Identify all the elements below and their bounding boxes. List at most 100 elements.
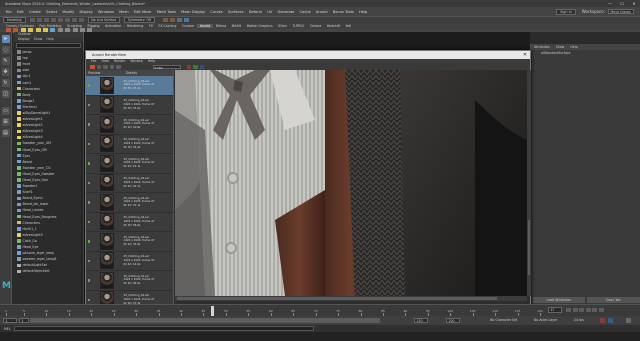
time-slider[interactable]: 47 1 5 10 15 20 25 30 35 40 45 50 55 60 65 70 75 80 85 90 9…	[0, 304, 640, 316]
render-hscroll-thumb[interactable]	[177, 297, 497, 300]
open-scene-icon[interactable]	[36, 17, 42, 23]
lasso-tool-icon[interactable]: ◌	[1, 46, 10, 54]
timeline-playhead[interactable]	[210, 306, 214, 316]
outliner-menu-display[interactable]: Display	[18, 37, 30, 42]
outliner-item[interactable]: defaultObjectSet	[14, 268, 83, 274]
shelf-tab-turtle[interactable]: TURTLE	[290, 24, 308, 28]
rv-stop-icon[interactable]	[96, 64, 101, 70]
shelf-tab-fx-caching[interactable]: FX Caching	[156, 24, 180, 28]
render-vertical-scrollbar[interactable]	[527, 70, 531, 296]
renderview-close-button[interactable]: ✕	[520, 52, 530, 58]
snapshot-row[interactable]: 25_Clothing_04.exr 1024 x 1024, frame 47 0…	[86, 76, 173, 96]
rv-render-icon[interactable]	[90, 64, 95, 70]
command-language-label[interactable]: MEL	[4, 327, 11, 331]
shelf-tab-animation[interactable]: Animation	[102, 24, 124, 28]
shelf-tab-xgen[interactable]: XGen	[275, 24, 289, 28]
undo-icon[interactable]	[50, 17, 56, 23]
render-image[interactable]	[175, 70, 527, 296]
signin-button[interactable]: Sign In	[556, 8, 576, 15]
step-back-icon[interactable]	[572, 307, 578, 312]
outliner-search-input[interactable]	[16, 43, 81, 48]
shelf-tab-arnold[interactable]: Arnold	[197, 24, 213, 28]
snapshot-row[interactable]: 25_Clothing_04.exr 1024 x 1024, frame 47 0…	[86, 271, 173, 291]
shelf-tab-redshift[interactable]: Redshift	[324, 24, 343, 28]
rv-channel-r-icon[interactable]	[186, 64, 191, 70]
ipr-render-icon[interactable]	[169, 17, 175, 23]
menu-windows[interactable]: Windows	[95, 10, 116, 14]
select-tool-icon[interactable]: ➤	[1, 35, 10, 43]
command-input[interactable]	[13, 326, 314, 331]
copy-tab-button[interactable]: Copy Tab	[587, 296, 640, 303]
paint-select-icon[interactable]: ✎	[1, 57, 10, 65]
rv-channel-b-icon[interactable]	[199, 64, 204, 70]
layout-single-icon[interactable]: ▭	[1, 107, 10, 115]
menu-file[interactable]: File	[3, 10, 14, 14]
render-icon[interactable]	[162, 17, 168, 23]
character-set-dropdown[interactable]: No Character Set	[490, 318, 517, 323]
playback-prefs-icon[interactable]	[608, 318, 613, 323]
snapshot-row[interactable]: 25_Clothing_04.exr 1024 x 1024, frame 47 0…	[86, 213, 173, 232]
auto-key-icon[interactable]	[600, 318, 605, 323]
snapshot-row[interactable]: 25_Clothing_04.exr 1024 x 1024, frame 47 0…	[86, 232, 173, 252]
anim-layer-dropdown[interactable]: No Anim Layer	[534, 318, 557, 323]
shelf-tab-bifrost[interactable]: Bifrost	[213, 24, 229, 28]
current-frame-field[interactable]: 47	[548, 307, 562, 313]
move-tool-icon[interactable]: ✥	[1, 68, 10, 76]
menu-generate[interactable]: Generate	[275, 10, 297, 14]
layout-four-icon[interactable]: ⊞	[1, 118, 10, 126]
menu-mesh-display[interactable]: Mesh Display	[179, 10, 208, 14]
menu-surfaces[interactable]: Surfaces	[225, 10, 246, 14]
go-to-start-icon[interactable]	[566, 307, 571, 312]
rv-refresh-icon[interactable]	[103, 64, 108, 70]
close-button[interactable]: ✕	[628, 0, 640, 7]
outliner-menu-show[interactable]: Show	[34, 37, 43, 42]
menu-uv[interactable]: UV	[265, 10, 275, 14]
workspace-dropdown[interactable]: Maya Classic	[608, 8, 634, 15]
attr-menu-help[interactable]: Help	[570, 44, 577, 50]
shelf-tab-custom[interactable]: Custom	[179, 24, 197, 28]
snapshot-row[interactable]: 25_Clothing_04.exr 1024 x 1024, frame 47 0…	[86, 115, 173, 135]
rv-crop-icon[interactable]	[116, 64, 121, 70]
menu-mesh-tools[interactable]: Mesh Tools	[154, 10, 179, 14]
render-settings-icon[interactable]	[176, 17, 182, 23]
snapshot-row[interactable]: 25_Clothing_04.exr 1024 x 1024, frame 47 0…	[86, 135, 173, 154]
shelf-tab-rendering[interactable]: Rendering	[124, 24, 146, 28]
range-inner-end-field[interactable]: 120	[414, 318, 428, 323]
render-horizontal-scrollbar[interactable]	[175, 296, 527, 301]
menu-edit-mesh[interactable]: Edit Mesh	[131, 10, 154, 14]
select-component-icon[interactable]	[78, 17, 84, 23]
shelf-tab-mash[interactable]: MASH	[229, 24, 244, 28]
menu-mesh[interactable]: Mesh	[117, 10, 132, 14]
rv-menu-window[interactable]: Window	[130, 59, 143, 64]
menu-deform[interactable]: Deform	[246, 10, 265, 14]
menu-arnold[interactable]: Arnold	[313, 10, 330, 14]
rv-channel-g-icon[interactable]	[193, 64, 198, 70]
shelf-tab-octane[interactable]: Octane	[307, 24, 324, 28]
layout-outliner-icon[interactable]: ▤	[1, 129, 10, 137]
rv-menu-render[interactable]: Render	[114, 59, 125, 64]
scale-tool-icon[interactable]: ◫	[1, 90, 10, 98]
snapshot-row[interactable]: 25_Clothing_04.exr 1024 x 1024, frame 47 0…	[86, 174, 173, 193]
select-hierarchy-icon[interactable]	[64, 17, 70, 23]
menu-curves[interactable]: Curves	[208, 10, 226, 14]
hypershade-icon[interactable]	[183, 17, 189, 23]
rv-aov-dropdown[interactable]: RGBA	[152, 64, 181, 70]
menu-help[interactable]: Help	[356, 10, 369, 14]
snapshot-row[interactable]: 25_Clothing_04.exr 1024 x 1024, frame 47 0…	[86, 96, 173, 115]
play-back-icon[interactable]	[579, 307, 584, 312]
rotate-tool-icon[interactable]: ↻	[1, 79, 10, 87]
load-attributes-button[interactable]: Load Attributes	[532, 296, 585, 303]
fps-dropdown[interactable]: 24 fps	[574, 318, 584, 323]
rv-snapshot-icon[interactable]	[109, 64, 114, 70]
save-scene-icon[interactable]	[43, 17, 49, 23]
menu-select[interactable]: Select	[44, 10, 60, 14]
select-object-icon[interactable]	[71, 17, 77, 23]
range-bar[interactable]	[30, 318, 380, 323]
range-inner-start-field[interactable]: 1	[19, 318, 29, 323]
shelf-tab-yeti[interactable]: Yeti	[343, 24, 354, 28]
play-forward-icon[interactable]	[585, 307, 591, 312]
outliner-menu-help[interactable]: Help	[46, 37, 53, 42]
rv-menu-help[interactable]: Help	[148, 59, 155, 64]
snapshot-row[interactable]: 25_Clothing_04.exr 1024 x 1024, frame 47 0…	[86, 154, 173, 174]
menu-display[interactable]: Display	[77, 10, 95, 14]
